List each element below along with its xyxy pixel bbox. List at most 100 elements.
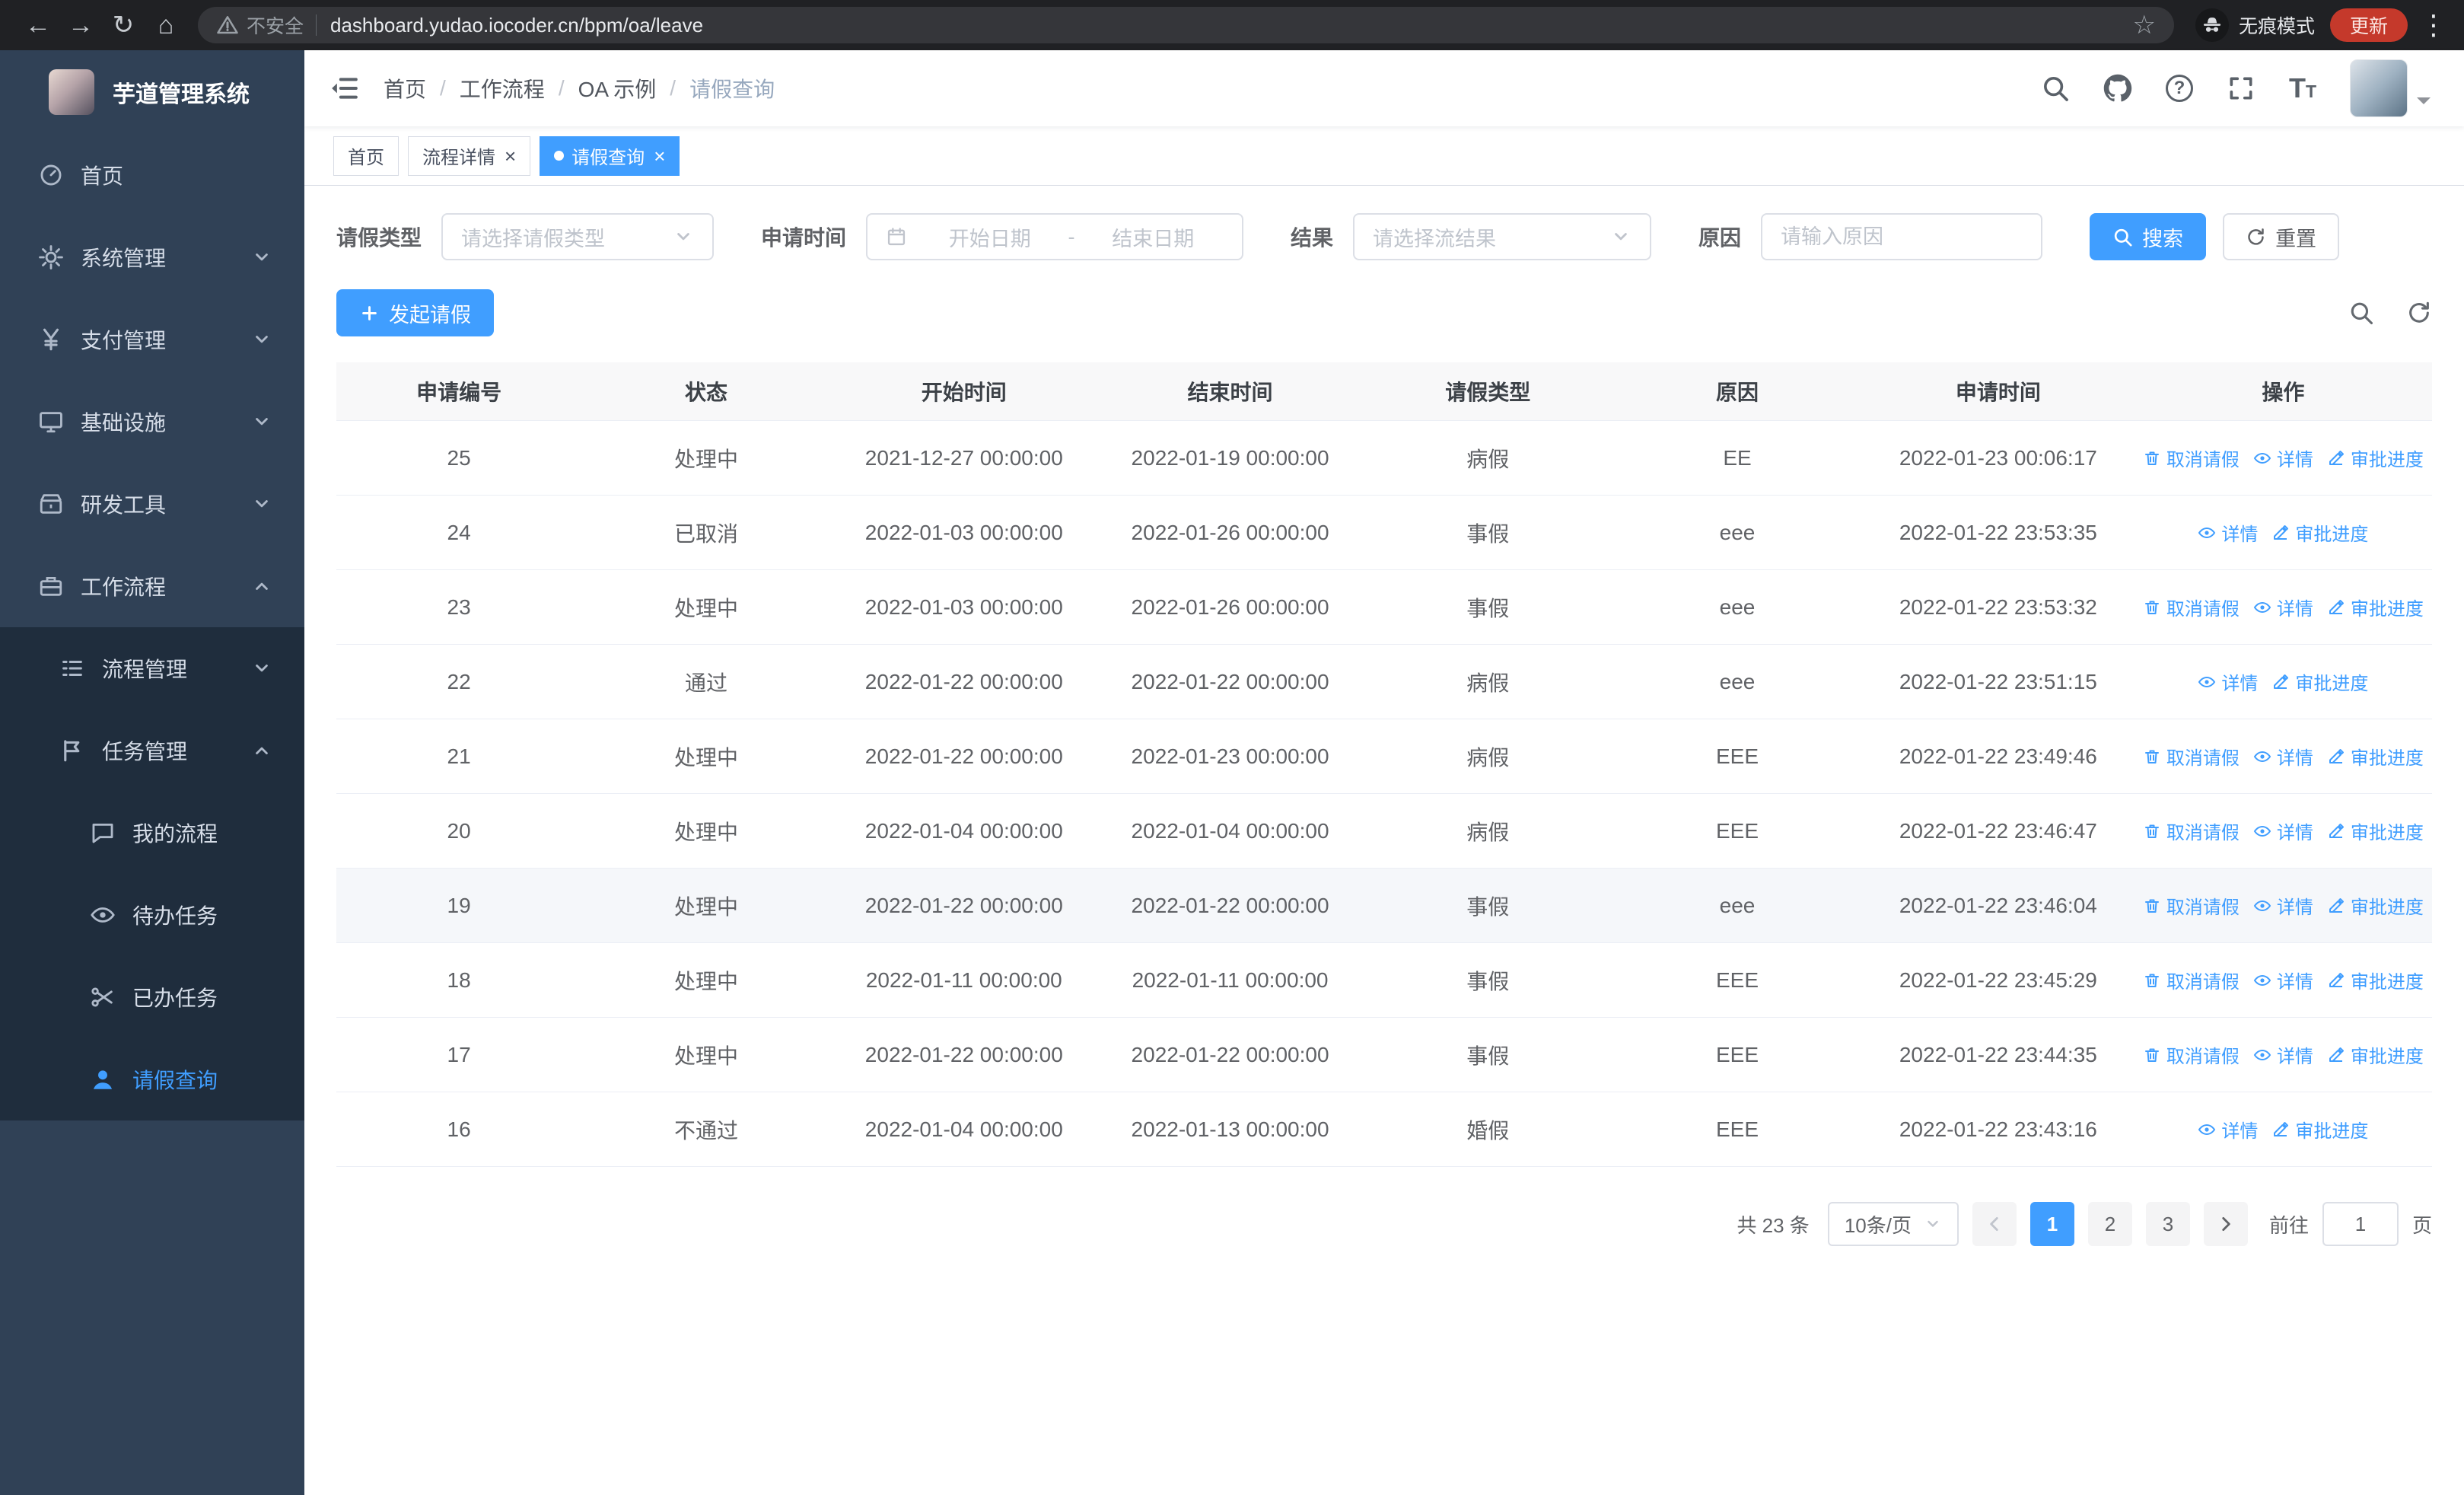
detail-action[interactable]: 详情 — [2253, 818, 2313, 844]
result-select[interactable]: 请选择流结果 — [1353, 213, 1652, 260]
sidebar-item-6[interactable]: 流程管理 — [0, 627, 304, 709]
goto-page-input[interactable] — [2322, 1202, 2399, 1246]
tab-process-detail[interactable]: 流程详情 × — [408, 135, 531, 176]
delete-icon — [2143, 822, 2161, 840]
sidebar-item-1[interactable]: 系统管理 — [0, 216, 304, 298]
next-page-button[interactable] — [2203, 1202, 2248, 1246]
cell-start: 2022-01-03 00:00:00 — [864, 520, 1063, 544]
sidebar-item-4[interactable]: 研发工具 — [0, 463, 304, 545]
table-row[interactable]: 16 不通过 2022-01-04 00:00:00 2022-01-13 00:00… — [336, 1092, 2432, 1167]
address-bar[interactable]: 不安全 dashboard.yudao.iocoder.cn/bpm/oa/le… — [198, 7, 2174, 43]
sidebar-item-7[interactable]: 任务管理 — [0, 709, 304, 792]
tab-leave-query[interactable]: 请假查询 × — [540, 135, 680, 176]
security-label[interactable]: 不安全 — [247, 11, 304, 39]
table-row[interactable]: 25 处理中 2021-12-27 00:00:00 2022-01-19 00:00… — [336, 421, 2432, 496]
page-size-select[interactable]: 10条/页 — [1827, 1202, 1959, 1246]
sidebar-item-10[interactable]: 已办任务 — [0, 956, 304, 1038]
table-row[interactable]: 20 处理中 2022-01-04 00:00:00 2022-01-04 00:00… — [336, 794, 2432, 869]
table-row[interactable]: 19 处理中 2022-01-22 00:00:00 2022-01-22 00:00… — [336, 869, 2432, 943]
page-button-3[interactable]: 3 — [2145, 1202, 2190, 1246]
page-button-2[interactable]: 2 — [2087, 1202, 2132, 1246]
detail-action[interactable]: 详情 — [2253, 892, 2313, 919]
detail-action[interactable]: 详情 — [2253, 1041, 2313, 1068]
url-text[interactable]: dashboard.yudao.iocoder.cn/bpm/oa/leave — [330, 14, 2122, 37]
sidebar-item-5[interactable]: 工作流程 — [0, 545, 304, 627]
close-icon[interactable]: × — [654, 146, 665, 166]
user-menu[interactable] — [2350, 59, 2431, 117]
refresh-table-icon[interactable] — [2406, 300, 2432, 326]
fullscreen-icon[interactable] — [2227, 74, 2255, 103]
detail-action[interactable]: 详情 — [2253, 743, 2313, 770]
approval-progress-action[interactable]: 审批进度 — [2327, 892, 2424, 919]
approval-progress-action[interactable]: 审批进度 — [2327, 594, 2424, 620]
search-icon[interactable] — [2041, 74, 2070, 103]
sidebar-item-8[interactable]: 我的流程 — [0, 792, 304, 874]
table-row[interactable]: 18 处理中 2022-01-11 00:00:00 2022-01-11 00:00… — [336, 943, 2432, 1018]
reason-input[interactable] — [1761, 213, 2043, 260]
home-icon[interactable]: ⌂ — [145, 4, 187, 46]
bookmark-star-icon[interactable]: ☆ — [2132, 10, 2155, 40]
hamburger-icon[interactable] — [329, 73, 359, 104]
leave-type-select[interactable]: 请选择请假类型 — [441, 213, 715, 260]
approval-progress-action[interactable]: 审批进度 — [2327, 1041, 2424, 1068]
tab-home[interactable]: 首页 — [333, 135, 399, 176]
approval-progress-action[interactable]: 审批进度 — [2271, 668, 2368, 695]
table-row[interactable]: 23 处理中 2022-01-03 00:00:00 2022-01-26 00:00… — [336, 570, 2432, 645]
reload-icon[interactable]: ↻ — [102, 4, 145, 46]
approval-progress-action[interactable]: 审批进度 — [2327, 743, 2424, 770]
sidebar-item-11[interactable]: 请假查询 — [0, 1038, 304, 1120]
browser-menu-icon[interactable]: ⋮ — [2420, 9, 2447, 41]
update-button[interactable]: 更新 — [2329, 8, 2408, 42]
help-icon[interactable]: ? — [2165, 75, 2193, 102]
table-row[interactable]: 17 处理中 2022-01-22 00:00:00 2022-01-22 00:00… — [336, 1018, 2432, 1092]
sidebar-item-9[interactable]: 待办任务 — [0, 874, 304, 956]
cancel-leave-action[interactable]: 取消请假 — [2143, 445, 2240, 471]
breadcrumb-item-workflow[interactable]: 工作流程 — [460, 73, 545, 104]
sidebar-item-3[interactable]: 基础设施 — [0, 381, 304, 463]
approval-progress-action-label: 审批进度 — [2295, 524, 2369, 545]
back-icon[interactable]: ← — [17, 4, 59, 46]
cancel-leave-action[interactable]: 取消请假 — [2143, 594, 2240, 620]
detail-action[interactable]: 详情 — [2198, 519, 2258, 546]
date-range-picker[interactable]: 开始日期 - 结束日期 — [866, 213, 1244, 260]
cancel-leave-action[interactable]: 取消请假 — [2143, 967, 2240, 993]
close-icon[interactable]: × — [505, 146, 516, 166]
sidebar-item-2[interactable]: 支付管理 — [0, 298, 304, 381]
breadcrumb-item-oa[interactable]: OA 示例 — [578, 73, 657, 104]
approval-progress-action[interactable]: 审批进度 — [2327, 967, 2424, 993]
cell-actions: 取消请假 详情 审批进度 — [2135, 943, 2432, 1017]
github-icon[interactable] — [2103, 74, 2132, 103]
toggle-search-icon[interactable] — [2348, 300, 2374, 326]
sidebar-item-0[interactable]: 首页 — [0, 134, 304, 216]
approval-progress-action[interactable]: 审批进度 — [2327, 818, 2424, 844]
detail-action[interactable]: 详情 — [2198, 1116, 2258, 1143]
cancel-leave-action-label: 取消请假 — [2166, 599, 2240, 620]
approval-progress-action[interactable]: 审批进度 — [2327, 445, 2424, 471]
table-row[interactable]: 21 处理中 2022-01-22 00:00:00 2022-01-23 00:00… — [336, 719, 2432, 794]
app-logo[interactable]: 芋道管理系统 — [0, 50, 304, 134]
cancel-leave-action[interactable]: 取消请假 — [2143, 818, 2240, 844]
font-size-icon[interactable]: TT — [2289, 72, 2316, 104]
detail-action[interactable]: 详情 — [2253, 967, 2313, 993]
create-leave-button[interactable]: 发起请假 — [336, 289, 494, 336]
cancel-leave-action[interactable]: 取消请假 — [2143, 1041, 2240, 1068]
prev-page-button[interactable] — [1972, 1202, 2017, 1246]
cancel-leave-action[interactable]: 取消请假 — [2143, 743, 2240, 770]
forward-icon[interactable]: → — [59, 4, 102, 46]
column-header: 请假类型 — [1445, 381, 1531, 404]
breadcrumb-item-home[interactable]: 首页 — [384, 73, 426, 104]
detail-action-label: 详情 — [2276, 823, 2313, 843]
table-row[interactable]: 24 已取消 2022-01-03 00:00:00 2022-01-26 00:00… — [336, 496, 2432, 570]
detail-action-label: 详情 — [2276, 450, 2313, 470]
approval-progress-action[interactable]: 审批进度 — [2271, 1116, 2368, 1143]
reset-button[interactable]: 重置 — [2223, 213, 2340, 260]
cancel-leave-action[interactable]: 取消请假 — [2143, 892, 2240, 919]
detail-action[interactable]: 详情 — [2253, 445, 2313, 471]
detail-action[interactable]: 详情 — [2198, 668, 2258, 695]
search-button[interactable]: 搜索 — [2090, 213, 2207, 260]
detail-action[interactable]: 详情 — [2253, 594, 2313, 620]
page-button-1[interactable]: 1 — [2029, 1202, 2074, 1246]
table-row[interactable]: 22 通过 2022-01-22 00:00:00 2022-01-22 00:00:… — [336, 645, 2432, 719]
approval-progress-action[interactable]: 审批进度 — [2271, 519, 2368, 546]
breadcrumb-separator: / — [440, 76, 446, 100]
